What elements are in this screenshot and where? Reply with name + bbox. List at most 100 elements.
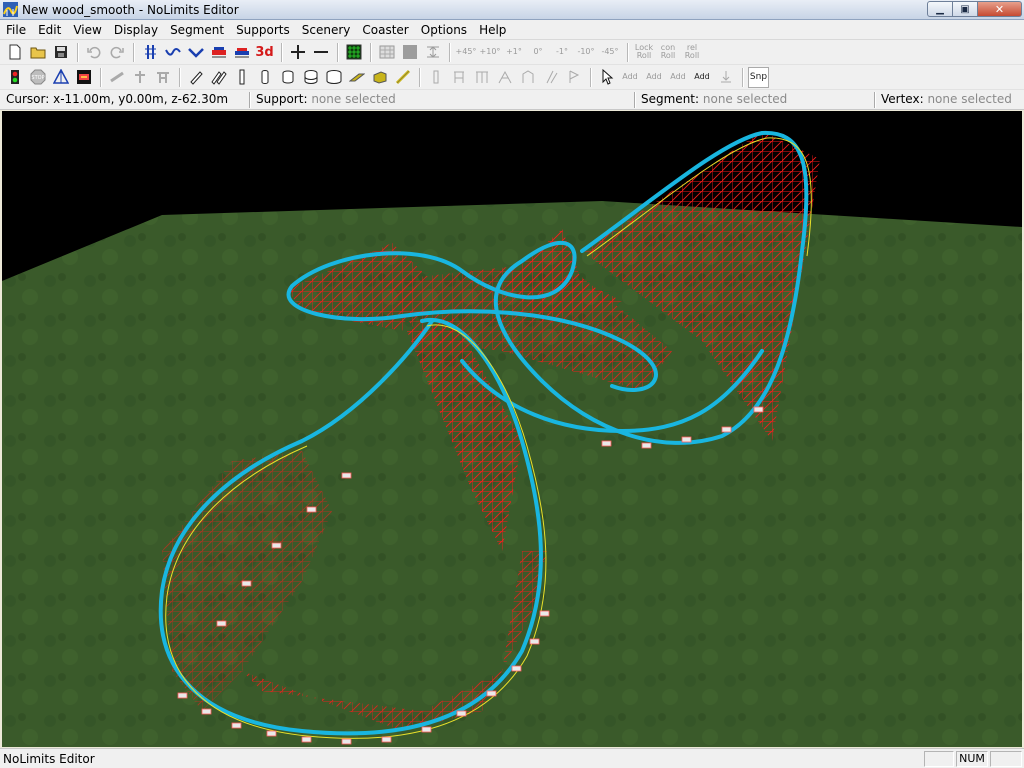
toolbar-separator (100, 67, 102, 87)
info-divider (634, 92, 636, 108)
menu-options[interactable]: Options (415, 20, 473, 40)
rel-roll-line-2: Roll (684, 51, 700, 60)
3d-viewport[interactable] (2, 111, 1022, 747)
terrain-map-button[interactable] (343, 42, 364, 63)
close-button[interactable]: ✕ (978, 1, 1022, 17)
snap-button[interactable]: Snp (748, 66, 769, 88)
block-brake-icon (76, 70, 91, 84)
cylinder-3-button[interactable] (300, 67, 321, 88)
new-file-button[interactable] (4, 42, 25, 63)
grid-view-icon (379, 45, 394, 59)
open-file-button[interactable] (27, 42, 48, 63)
rel-roll-button[interactable]: rel Roll (681, 42, 703, 63)
add-support-button[interactable]: Add (667, 67, 689, 88)
train-button[interactable] (208, 42, 229, 63)
ruler-button[interactable] (392, 67, 413, 88)
footer-7-button[interactable] (563, 67, 584, 88)
cylinder-4-button[interactable] (323, 67, 344, 88)
zoom-in-button[interactable] (287, 42, 308, 63)
support-post-button[interactable] (129, 67, 150, 88)
align-button[interactable] (422, 42, 443, 63)
footer-5-button[interactable] (517, 67, 538, 88)
title-bar[interactable]: New wood_smooth - NoLimits Editor ▁ ▣ ✕ (0, 0, 1024, 20)
train-alt-button[interactable] (231, 42, 252, 63)
roll-plus-10-button[interactable]: +10° (479, 42, 501, 63)
segment-curve-icon (164, 48, 181, 56)
block-brake-button[interactable] (73, 67, 94, 88)
app-coaster-icon (3, 2, 18, 17)
menu-edit[interactable]: Edit (32, 20, 67, 40)
menu-help[interactable]: Help (473, 20, 512, 40)
add-vertex-button[interactable]: Add (619, 67, 641, 88)
undo-button[interactable] (83, 42, 104, 63)
con-roll-line-2: Roll (660, 51, 676, 60)
support-field: Support: none selected (256, 92, 396, 106)
support-tower-button[interactable] (152, 67, 173, 88)
status-message: NoLimits Editor (3, 752, 95, 766)
view-3d-button[interactable]: 3d (254, 42, 275, 63)
solid-view-icon (402, 45, 417, 59)
pencil-icon (189, 71, 203, 85)
roll-zero-button[interactable]: 0° (527, 42, 549, 63)
menu-scenery[interactable]: Scenery (296, 20, 357, 40)
plank-button[interactable] (346, 67, 367, 88)
status-panel-scroll (990, 751, 1022, 767)
double-pencil-icon (210, 71, 227, 85)
roll-minus-45-button[interactable]: -45° (599, 42, 621, 63)
minimize-button[interactable]: ▁ (927, 1, 953, 17)
cylinder-1-button[interactable] (254, 67, 275, 88)
select-arrow-icon (602, 69, 613, 85)
cursor-label: Cursor: (6, 92, 50, 106)
cylinder-3-icon (304, 70, 317, 84)
footer-6-button[interactable] (540, 67, 561, 88)
toolbar-separator (179, 67, 181, 87)
double-pencil-button[interactable] (208, 67, 229, 88)
signal-light-button[interactable] (4, 67, 25, 88)
cylinder-2-button[interactable] (277, 67, 298, 88)
add-free-node-button[interactable]: Add (691, 67, 713, 88)
footer-place-button[interactable] (715, 67, 736, 88)
menu-supports[interactable]: Supports (230, 20, 296, 40)
vertex-field: Vertex: none selected (881, 92, 1012, 106)
footer-2-button[interactable] (448, 67, 469, 88)
menu-display[interactable]: Display (108, 20, 164, 40)
lock-roll-button[interactable]: Lock Roll (633, 42, 655, 63)
add-segment-button[interactable]: Add (643, 67, 665, 88)
menu-file[interactable]: File (0, 20, 32, 40)
roll-minus-1-button[interactable]: -1° (551, 42, 573, 63)
grid-view-button[interactable] (376, 42, 397, 63)
cursor-value: x-11.00m, y0.00m, z-62.30m (53, 92, 229, 106)
footer-4-button[interactable] (494, 67, 515, 88)
construction-toolbar: STOP Add Add Add Add Snp (0, 65, 1024, 90)
track-grid-button[interactable] (139, 42, 160, 63)
rail-piece-button[interactable] (231, 67, 252, 88)
segment-bend-button[interactable] (185, 42, 206, 63)
select-tool-button[interactable] (596, 67, 617, 88)
roll-plus-1-button[interactable]: +1° (503, 42, 525, 63)
segment-curve-button[interactable] (162, 42, 183, 63)
menu-view[interactable]: View (67, 20, 107, 40)
save-button[interactable] (50, 42, 71, 63)
maximize-button[interactable]: ▣ (953, 1, 978, 17)
support-beam-button[interactable] (106, 67, 127, 88)
station-button[interactable] (50, 67, 71, 88)
zoom-out-button[interactable] (310, 42, 331, 63)
info-divider (249, 92, 251, 108)
status-panel-num: NUM (956, 751, 988, 767)
footer-3-button[interactable] (471, 67, 492, 88)
save-disk-icon (54, 46, 67, 58)
menu-segment[interactable]: Segment (164, 20, 230, 40)
stop-button[interactable]: STOP (27, 67, 48, 88)
redo-button[interactable] (106, 42, 127, 63)
con-roll-button[interactable]: con Roll (657, 42, 679, 63)
box-button[interactable] (369, 67, 390, 88)
add-free-node-label: Add (694, 72, 710, 81)
roll-minus-10-button[interactable]: -10° (575, 42, 597, 63)
roll-plus-45-button[interactable]: +45° (455, 42, 477, 63)
footer-1-button[interactable] (425, 67, 446, 88)
rail-piece-icon (239, 69, 244, 85)
pencil-button[interactable] (185, 67, 206, 88)
solid-view-button[interactable] (399, 42, 420, 63)
vertex-value: none selected (927, 92, 1012, 106)
menu-coaster[interactable]: Coaster (356, 20, 414, 40)
